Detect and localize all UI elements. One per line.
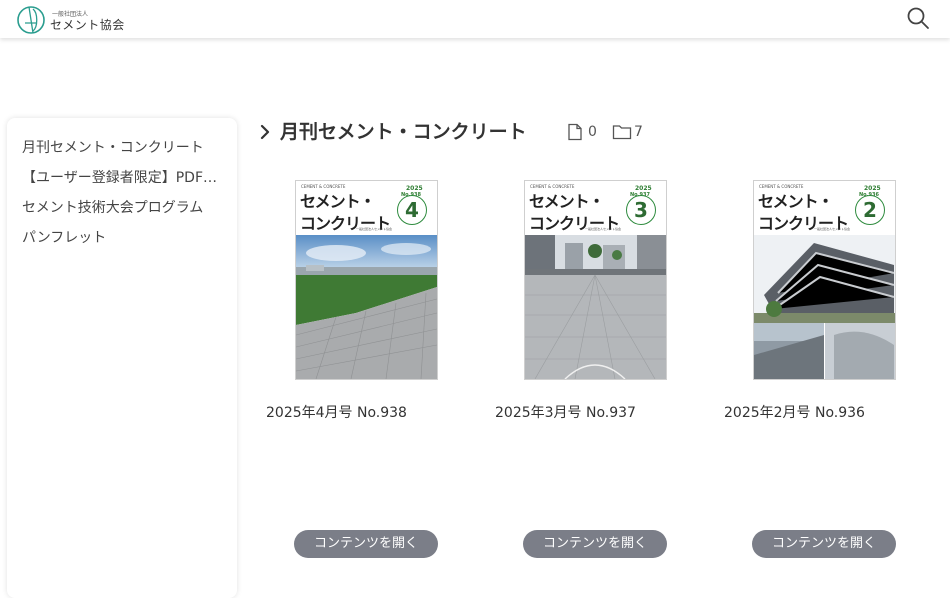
search-icon (907, 7, 929, 29)
search-button[interactable] (903, 3, 933, 33)
cover-issue-badge: 4 (397, 195, 427, 225)
cover-photo-building (754, 235, 895, 379)
cover-title-line1: セメント・ (300, 192, 376, 211)
magazine-cover[interactable]: CEMENT & CONCRETE セメント・ コンクリート 2025 No.9… (524, 180, 667, 380)
cover-publisher: 一般社団法人セメント協会 (814, 227, 850, 231)
issue-caption: 2025年2月号 No.936 (724, 405, 865, 421)
logo-mark-icon (17, 6, 45, 34)
cover-issue-badge: 2 (855, 195, 885, 225)
open-contents-button[interactable]: コンテンツを開く (523, 530, 667, 558)
cover-photo-plaza (296, 235, 437, 379)
cover-header: CEMENT & CONCRETE セメント・ コンクリート 2025 No.9… (754, 181, 895, 235)
open-contents-button[interactable]: コンテンツを開く (752, 530, 896, 558)
chevron-right-icon (260, 124, 270, 140)
folder-count: 7 (612, 120, 657, 144)
cover-header: CEMENT & CONCRETE セメント・ コンクリート 2025 No.9… (525, 181, 666, 235)
sidebar-nav: 月刊セメント・コンクリート 【ユーザー登録者限定】PDF版バックナンバー セメン… (7, 118, 237, 598)
issue-caption: 2025年3月号 No.937 (495, 405, 636, 421)
magazine-cover[interactable]: CEMENT & CONCRETE セメント・ コンクリート 2025 No.9… (295, 180, 438, 380)
sidebar-item-monthly-magazine[interactable]: 月刊セメント・コンクリート (22, 136, 227, 160)
magazine-card: CEMENT & CONCRETE セメント・ コンクリート 2025 No.9… (724, 180, 934, 580)
logo-name: セメント協会 (50, 18, 125, 32)
cover-issue-badge: 3 (626, 195, 656, 225)
cover-year: 2025 (864, 185, 881, 192)
cover-year: 2025 (635, 185, 652, 192)
cover-header: CEMENT & CONCRETE セメント・ コンクリート 2025 No.9… (296, 181, 437, 235)
magazine-card: CEMENT & CONCRETE セメント・ コンクリート 2025 No.9… (266, 180, 476, 580)
cover-publisher: 一般社団法人セメント協会 (585, 227, 621, 231)
issue-caption: 2025年4月号 No.938 (266, 405, 407, 421)
sidebar-item-pamphlet[interactable]: パンフレット (22, 226, 227, 250)
file-count: 0 (566, 120, 611, 144)
cover-publisher: 一般社団法人セメント協会 (356, 227, 392, 231)
magazine-card: CEMENT & CONCRETE セメント・ コンクリート 2025 No.9… (495, 180, 705, 580)
cover-year: 2025 (406, 185, 423, 192)
cover-title-line1: セメント・ (758, 192, 834, 211)
site-header: 一般社団法人 セメント協会 (0, 0, 950, 38)
magazine-cover[interactable]: CEMENT & CONCRETE セメント・ コンクリート 2025 No.9… (753, 180, 896, 380)
open-contents-button[interactable]: コンテンツを開く (294, 530, 438, 558)
file-icon (568, 123, 582, 141)
file-count-value: 0 (588, 124, 597, 140)
site-logo[interactable]: 一般社団法人 セメント協会 (16, 3, 136, 35)
cover-photo-paved-street (525, 235, 666, 379)
folder-icon (612, 125, 632, 140)
page-title: 月刊セメント・コンクリート (280, 121, 527, 143)
sidebar-item-pdf-backnumber[interactable]: 【ユーザー登録者限定】PDF版バックナンバー (22, 166, 227, 190)
sidebar-item-conference-program[interactable]: セメント技術大会プログラム (22, 196, 227, 220)
folder-count-value: 7 (634, 124, 643, 140)
cover-title-line1: セメント・ (529, 192, 605, 211)
